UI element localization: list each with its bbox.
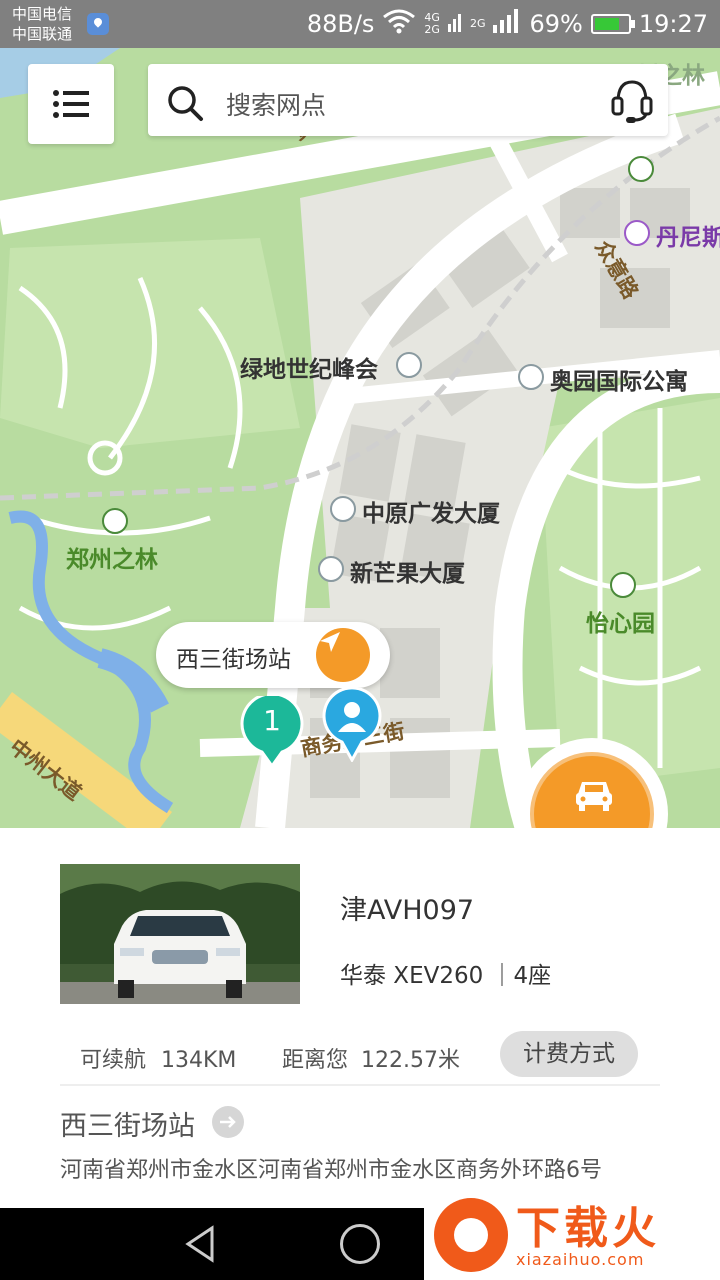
watermark-text: 下载火 [516,1203,660,1254]
poi-label[interactable]: 新芒果大厦 [350,554,465,588]
pricing-button[interactable]: 计费方式 [500,1031,638,1077]
vehicle-info-card: 津AVH097 华泰 XEV260 ｜4座 可续航 134KM 距离您 122.… [0,828,720,1208]
wifi-icon [382,8,416,40]
carrier-info: 中国电信 中国联通 [12,4,72,44]
building-icon [518,364,544,390]
car-icon [576,782,612,811]
network-type-2: 2G [469,17,486,30]
status-bar: 中国电信 中国联通 88B/s 4G 2G 2G 69% 19:27 [0,0,720,48]
back-icon[interactable] [182,1224,218,1264]
map-view[interactable]: 黄河东路 众意路 商务外三街 中州大道 绿地世纪峰会 奥园国际公寓 中原广发大厦… [0,48,720,828]
range-value: 134KM [161,1048,237,1073]
vehicle-photo [60,864,300,1004]
user-icon [322,688,382,762]
watermark-logo-icon [434,1198,508,1272]
range-info: 可续航 134KM [80,1042,236,1074]
menu-button[interactable] [28,64,114,144]
cluster-marker[interactable]: 1 [240,696,304,770]
building-icon [318,556,344,582]
bank-icon [628,156,654,182]
network-type-1: 4G 2G [424,11,440,36]
poi-label[interactable]: 绿地世纪峰会 [240,350,378,384]
poi-label[interactable]: 中原广发大厦 [362,494,500,528]
building-icon [396,352,422,378]
search-bar[interactable]: 搜索网点 [148,64,668,136]
station-name[interactable]: 西三街场站 [60,1104,195,1143]
distance-value: 122.57米 [361,1048,460,1073]
network-speed: 88B/s [306,10,375,38]
park-icon [610,572,636,598]
range-label: 可续航 [80,1048,147,1073]
building-icon [330,496,356,522]
search-input[interactable]: 搜索网点 [226,86,326,122]
battery-percent: 69% [529,10,583,38]
battery-icon [590,14,635,34]
watermark: 下载火 xiazaihuo.com [424,1186,720,1280]
status-indicators: 88B/s 4G 2G 2G 69% 19:27 [307,8,708,40]
home-icon[interactable] [340,1224,380,1264]
navigate-button[interactable] [316,628,370,682]
distance-label: 距离您 [282,1048,349,1073]
user-location-marker[interactable] [322,688,382,762]
carrier-2: 中国联通 [12,25,73,43]
carrier-1: 中国电信 [12,5,73,23]
clock: 19:27 [638,10,708,38]
search-icon [168,86,203,121]
park-icon [102,508,128,534]
signal-icon-2 [493,9,521,39]
navigation-arrow-icon [320,632,340,652]
vehicle-model: 华泰 XEV260 ｜4座 [340,963,552,989]
location-status-icon [87,13,109,35]
distance-info: 距离您 122.57米 [282,1042,460,1074]
cluster-count: 1 [263,704,281,737]
license-plate: 津AVH097 [340,895,475,926]
shopping-bag-icon [624,220,650,246]
signal-icon-1 [447,10,462,38]
divider [60,1084,660,1086]
poi-label[interactable]: 丹尼斯 [656,218,720,252]
station-bubble-label: 西三街场站 [176,647,291,673]
list-menu-icon [53,90,89,118]
poi-label[interactable]: 奥园国际公寓 [550,362,688,396]
poi-label[interactable]: 郑州之林 [66,540,158,574]
station-address: 河南省郑州市金水区河南省郑州市金水区商务外环路6号 [60,1158,602,1183]
station-bubble[interactable]: 西三街场站 [156,622,390,688]
watermark-url: xiazaihuo.com [516,1250,645,1269]
poi-label[interactable]: 怡心园 [586,604,655,638]
arrow-right-icon[interactable] [212,1106,244,1138]
customer-service-icon[interactable] [610,78,654,124]
